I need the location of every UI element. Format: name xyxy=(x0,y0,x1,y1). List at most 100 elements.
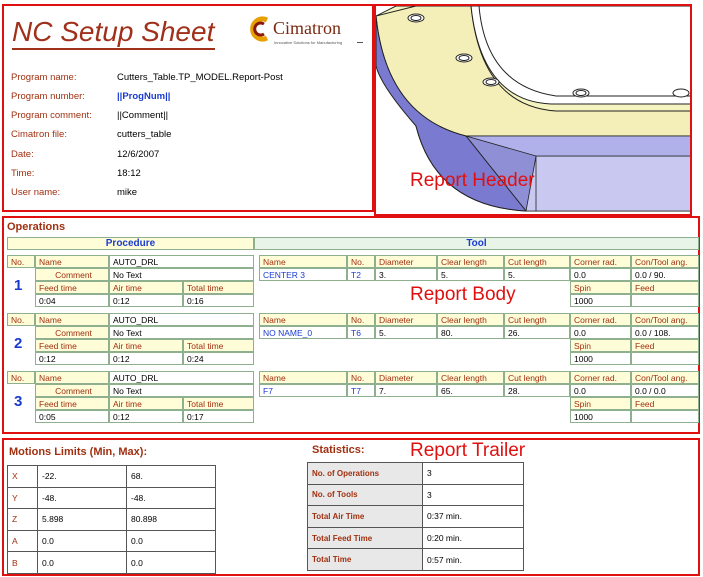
tool-header: Tool xyxy=(254,237,699,250)
operations-title: Operations xyxy=(7,221,66,233)
col-tool-no-label: No. xyxy=(347,313,375,326)
statistics-table: No. of Operations 3 No. of Tools 3 Total… xyxy=(307,462,524,571)
col-feed-time-label: Feed time xyxy=(35,339,109,352)
operation-name: AUTO_DRL xyxy=(109,313,254,326)
tool-number: T2 xyxy=(347,268,375,281)
field-label: Program comment: xyxy=(11,110,92,121)
feed-time-value: 0:05 xyxy=(35,410,109,423)
total-time-value: 0:16 xyxy=(183,294,254,307)
operation-row: No. 3 Name AUTO_DRL Comment No Text Feed… xyxy=(7,371,699,426)
stat-value: 0:37 min. xyxy=(422,505,524,528)
table-row: Total Air Time 0:37 min. xyxy=(307,505,524,528)
cimatron-logo: Cimatron Innovative Solutions for Manufa… xyxy=(249,12,369,52)
col-feed-label: Feed xyxy=(631,339,699,352)
motion-limits-title: Motions Limits (Min, Max): xyxy=(9,446,148,458)
total-time-value: 0:17 xyxy=(183,410,254,423)
statistics-title: Statistics: xyxy=(312,444,365,456)
con-tool-ang-value: 0.0 / 108. xyxy=(631,326,699,339)
feed-time-value: 0:04 xyxy=(35,294,109,307)
table-row: No. of Tools 3 xyxy=(307,483,524,507)
air-time-value: 0:12 xyxy=(109,410,183,423)
axis-label: Y xyxy=(7,486,38,510)
col-cut-length-label: Cut length xyxy=(504,255,570,268)
stat-value: 0:20 min. xyxy=(422,526,524,550)
table-row: A 0.0 0.0 xyxy=(7,529,216,553)
stat-value: 3 xyxy=(422,483,524,507)
col-con-tool-ang-label: Con/Tool ang. xyxy=(631,255,699,268)
con-tool-ang-value: 0.0 / 0.0 xyxy=(631,384,699,397)
stat-label: No. of Tools xyxy=(307,483,423,507)
operation-row: No. 2 Name AUTO_DRL Comment No Text Feed… xyxy=(7,313,699,368)
diameter-value: 5. xyxy=(375,326,437,339)
field-value: ||Comment|| xyxy=(117,110,169,121)
col-total-time-label: Total time xyxy=(183,339,254,352)
report-body-section: Operations Procedure Tool No. 1 Name AUT… xyxy=(2,216,700,434)
col-no-label: No. xyxy=(7,255,35,268)
report-trailer-label: Report Trailer xyxy=(410,440,526,461)
col-air-time-label: Air time xyxy=(109,397,183,410)
stat-value: 0:57 min. xyxy=(422,548,524,571)
corner-rad-value: 0.0 xyxy=(570,384,631,397)
spin-value: 1000 xyxy=(570,294,631,307)
col-name-label: Name xyxy=(35,313,109,326)
field-value: ||ProgNum|| xyxy=(117,91,171,102)
col-spin-label: Spin xyxy=(570,397,631,410)
spin-value: 1000 xyxy=(570,410,631,423)
corner-rad-value: 0.0 xyxy=(570,268,631,281)
axis-label: Z xyxy=(7,508,38,531)
axis-label: A xyxy=(7,529,38,553)
part-model-image: Report Header xyxy=(374,4,692,216)
field-label: Cimatron file: xyxy=(11,129,67,140)
diameter-value: 3. xyxy=(375,268,437,281)
stat-label: Total Time xyxy=(307,548,423,571)
col-cut-length-label: Cut length xyxy=(504,371,570,384)
operation-name: AUTO_DRL xyxy=(109,371,254,384)
tool-name: F7 xyxy=(259,384,347,397)
field-value: cutters_table xyxy=(117,129,172,140)
clear-length-value: 80. xyxy=(437,326,504,339)
col-comment-label: Comment xyxy=(35,384,109,397)
field-value: 18:12 xyxy=(117,168,141,179)
col-tool-no-label: No. xyxy=(347,371,375,384)
table-row: X -22. 68. xyxy=(7,465,216,488)
diameter-value: 7. xyxy=(375,384,437,397)
col-name-label: Name xyxy=(35,371,109,384)
col-tool-name-label: Name xyxy=(259,371,347,384)
operation-row: No. 1 Name AUTO_DRL Comment No Text Feed… xyxy=(7,255,699,310)
axis-max: 80.898 xyxy=(126,508,216,531)
col-diameter-label: Diameter xyxy=(375,371,437,384)
col-feed-label: Feed xyxy=(631,281,699,294)
total-time-value: 0:24 xyxy=(183,352,254,365)
stat-value: 3 xyxy=(422,462,524,485)
operation-number: 1 xyxy=(14,277,23,294)
stat-label: No. of Operations xyxy=(307,462,423,485)
air-time-value: 0:12 xyxy=(109,352,183,365)
table-row: Y -48. -48. xyxy=(7,486,216,510)
table-row: B 0.0 0.0 xyxy=(7,551,216,574)
field-label: Time: xyxy=(11,168,35,179)
field-label: Program name: xyxy=(11,72,77,83)
col-tool-name-label: Name xyxy=(259,255,347,268)
col-cut-length-label: Cut length xyxy=(504,313,570,326)
col-diameter-label: Diameter xyxy=(375,313,437,326)
tool-name: NO NAME_0 xyxy=(259,326,347,339)
operation-comment: No Text xyxy=(109,268,254,281)
axis-label: B xyxy=(7,551,38,574)
col-comment-label: Comment xyxy=(35,268,109,281)
clear-length-value: 65. xyxy=(437,384,504,397)
col-spin-label: Spin xyxy=(570,281,631,294)
table-row: Total Feed Time 0:20 min. xyxy=(307,526,524,550)
operation-number: 3 xyxy=(14,393,23,410)
clear-length-value: 5. xyxy=(437,268,504,281)
col-feed-label: Feed xyxy=(631,397,699,410)
col-feed-time-label: Feed time xyxy=(35,281,109,294)
field-value: Cutters_Table.TP_MODEL.Report-Post xyxy=(117,72,283,83)
cimatron-logo-icon xyxy=(250,16,269,42)
stat-label: Total Feed Time xyxy=(307,526,423,550)
logo-tagline: Innovative Solutions for Manufacturing xyxy=(274,40,343,45)
report-body-label: Report Body xyxy=(410,284,516,305)
col-clear-length-label: Clear length xyxy=(437,255,504,268)
table-row: Z 5.898 80.898 xyxy=(7,508,216,531)
field-value: mike xyxy=(117,187,138,198)
page-title: NC Setup Sheet xyxy=(12,16,215,47)
